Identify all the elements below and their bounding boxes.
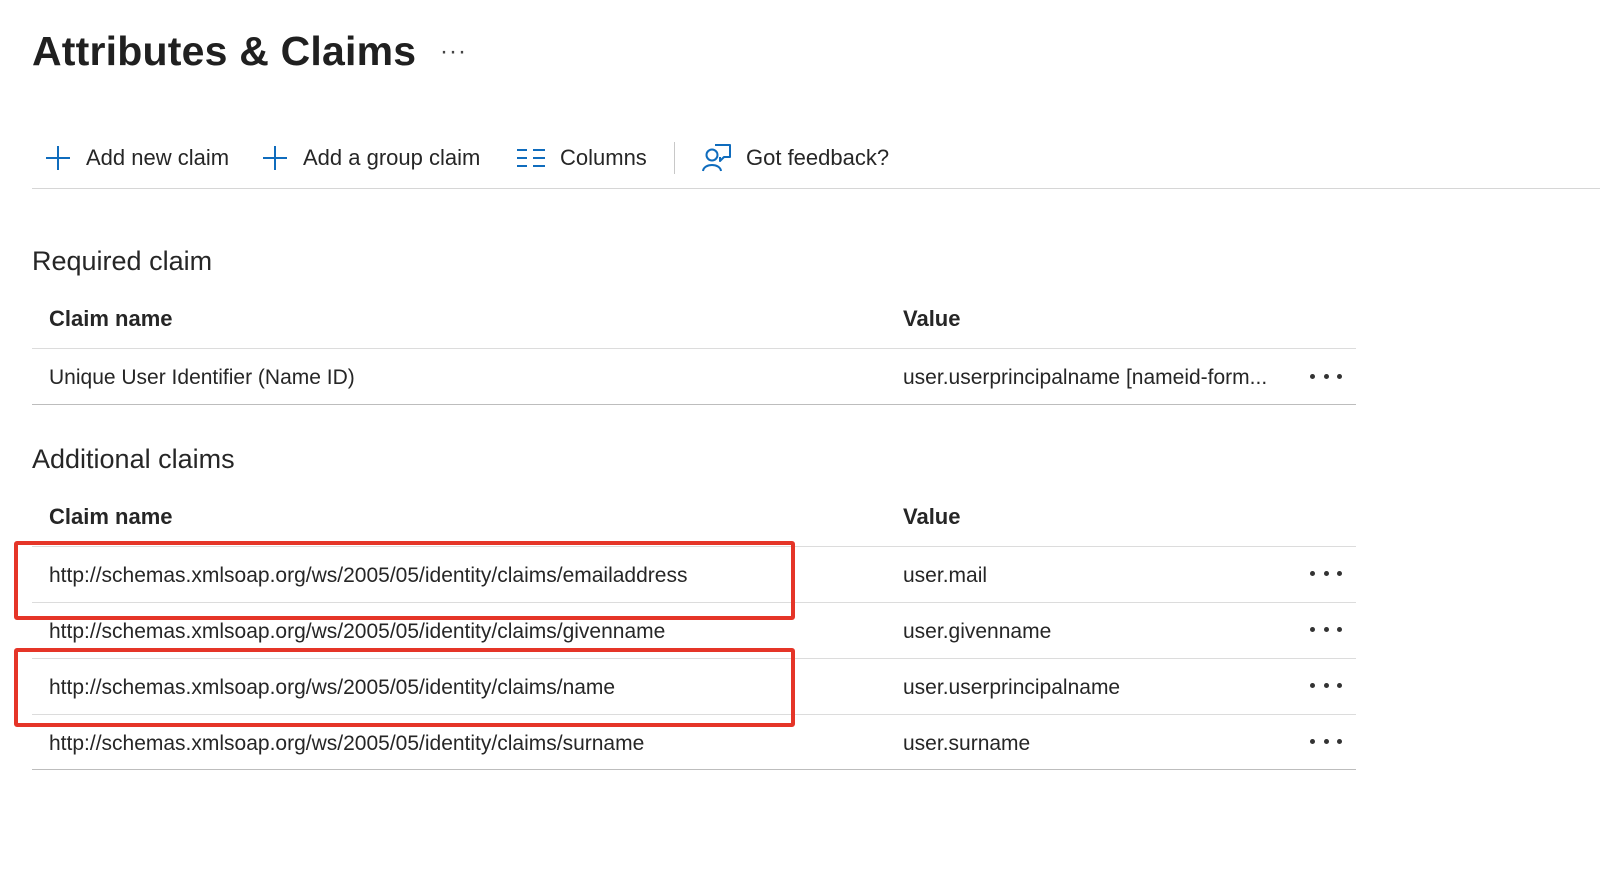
dot-icon <box>1323 682 1329 688</box>
add-new-claim-button[interactable]: Add new claim <box>44 132 229 184</box>
columns-icon <box>517 149 545 167</box>
row-more-icon[interactable] <box>1310 366 1342 386</box>
dot-icon <box>1337 570 1342 576</box>
claim-value-givenname: user.givenname <box>903 620 1052 643</box>
dot-icon <box>1310 373 1315 379</box>
page-title: Attributes & Claims <box>32 28 417 74</box>
add-new-claim-label: Add new claim <box>86 145 230 170</box>
highlight-box-emailaddress <box>14 541 795 620</box>
add-group-claim-button[interactable]: Add a group claim <box>261 132 480 184</box>
required-col-claim-name: Claim name <box>49 306 173 331</box>
dot-icon <box>1323 626 1329 632</box>
row-more-icon[interactable] <box>1310 731 1342 751</box>
table-divider <box>32 404 1356 405</box>
dot-icon <box>1337 682 1342 688</box>
columns-label: Columns <box>560 145 647 170</box>
feedback-label: Got feedback? <box>746 145 890 170</box>
required-claim-heading: Required claim <box>32 246 213 276</box>
dot-icon <box>1337 738 1342 744</box>
dot-icon <box>1323 738 1329 744</box>
row-more-icon[interactable] <box>1310 619 1342 639</box>
dot-icon <box>1337 373 1342 379</box>
dot-icon <box>1310 738 1315 744</box>
dot-icon <box>1310 570 1315 576</box>
required-claim-name[interactable]: Unique User Identifier (Name ID) <box>49 366 355 390</box>
claim-value-name: user.userprincipalname <box>903 676 1121 699</box>
required-claim-value: user.userprincipalname [nameid-form... <box>903 366 1268 389</box>
additional-col-value: Value <box>903 504 961 529</box>
claim-value-emailaddress: user.mail <box>903 564 988 587</box>
dot-icon <box>1310 682 1315 688</box>
dot-icon <box>1323 570 1329 576</box>
feedback-icon <box>702 144 731 172</box>
claim-name-surname[interactable]: http://schemas.xmlsoap.org/ws/2005/05/id… <box>49 732 644 756</box>
row-more-icon[interactable] <box>1310 563 1342 583</box>
dot-icon <box>1337 626 1342 632</box>
add-group-claim-label: Add a group claim <box>303 145 481 170</box>
claim-value-surname: user.surname <box>903 732 1031 755</box>
plus-icon <box>263 146 287 170</box>
table-divider <box>32 769 1356 770</box>
columns-button[interactable]: Columns <box>516 132 647 184</box>
command-bar: Add new claim Add a group claim Columns … <box>32 132 1600 189</box>
more-options-icon[interactable]: ··· <box>440 38 467 66</box>
additional-claims-heading: Additional claims <box>32 444 235 474</box>
feedback-button[interactable]: Got feedback? <box>702 132 889 184</box>
row-more-icon[interactable] <box>1310 675 1342 695</box>
plus-icon <box>46 146 70 170</box>
additional-col-claim-name: Claim name <box>49 504 173 529</box>
toolbar-divider <box>674 142 675 174</box>
table-divider <box>32 348 1356 349</box>
required-col-value: Value <box>903 306 961 331</box>
highlight-box-name <box>14 648 795 727</box>
dot-icon <box>1323 373 1329 379</box>
claim-name-givenname[interactable]: http://schemas.xmlsoap.org/ws/2005/05/id… <box>49 620 665 644</box>
dot-icon <box>1310 626 1315 632</box>
